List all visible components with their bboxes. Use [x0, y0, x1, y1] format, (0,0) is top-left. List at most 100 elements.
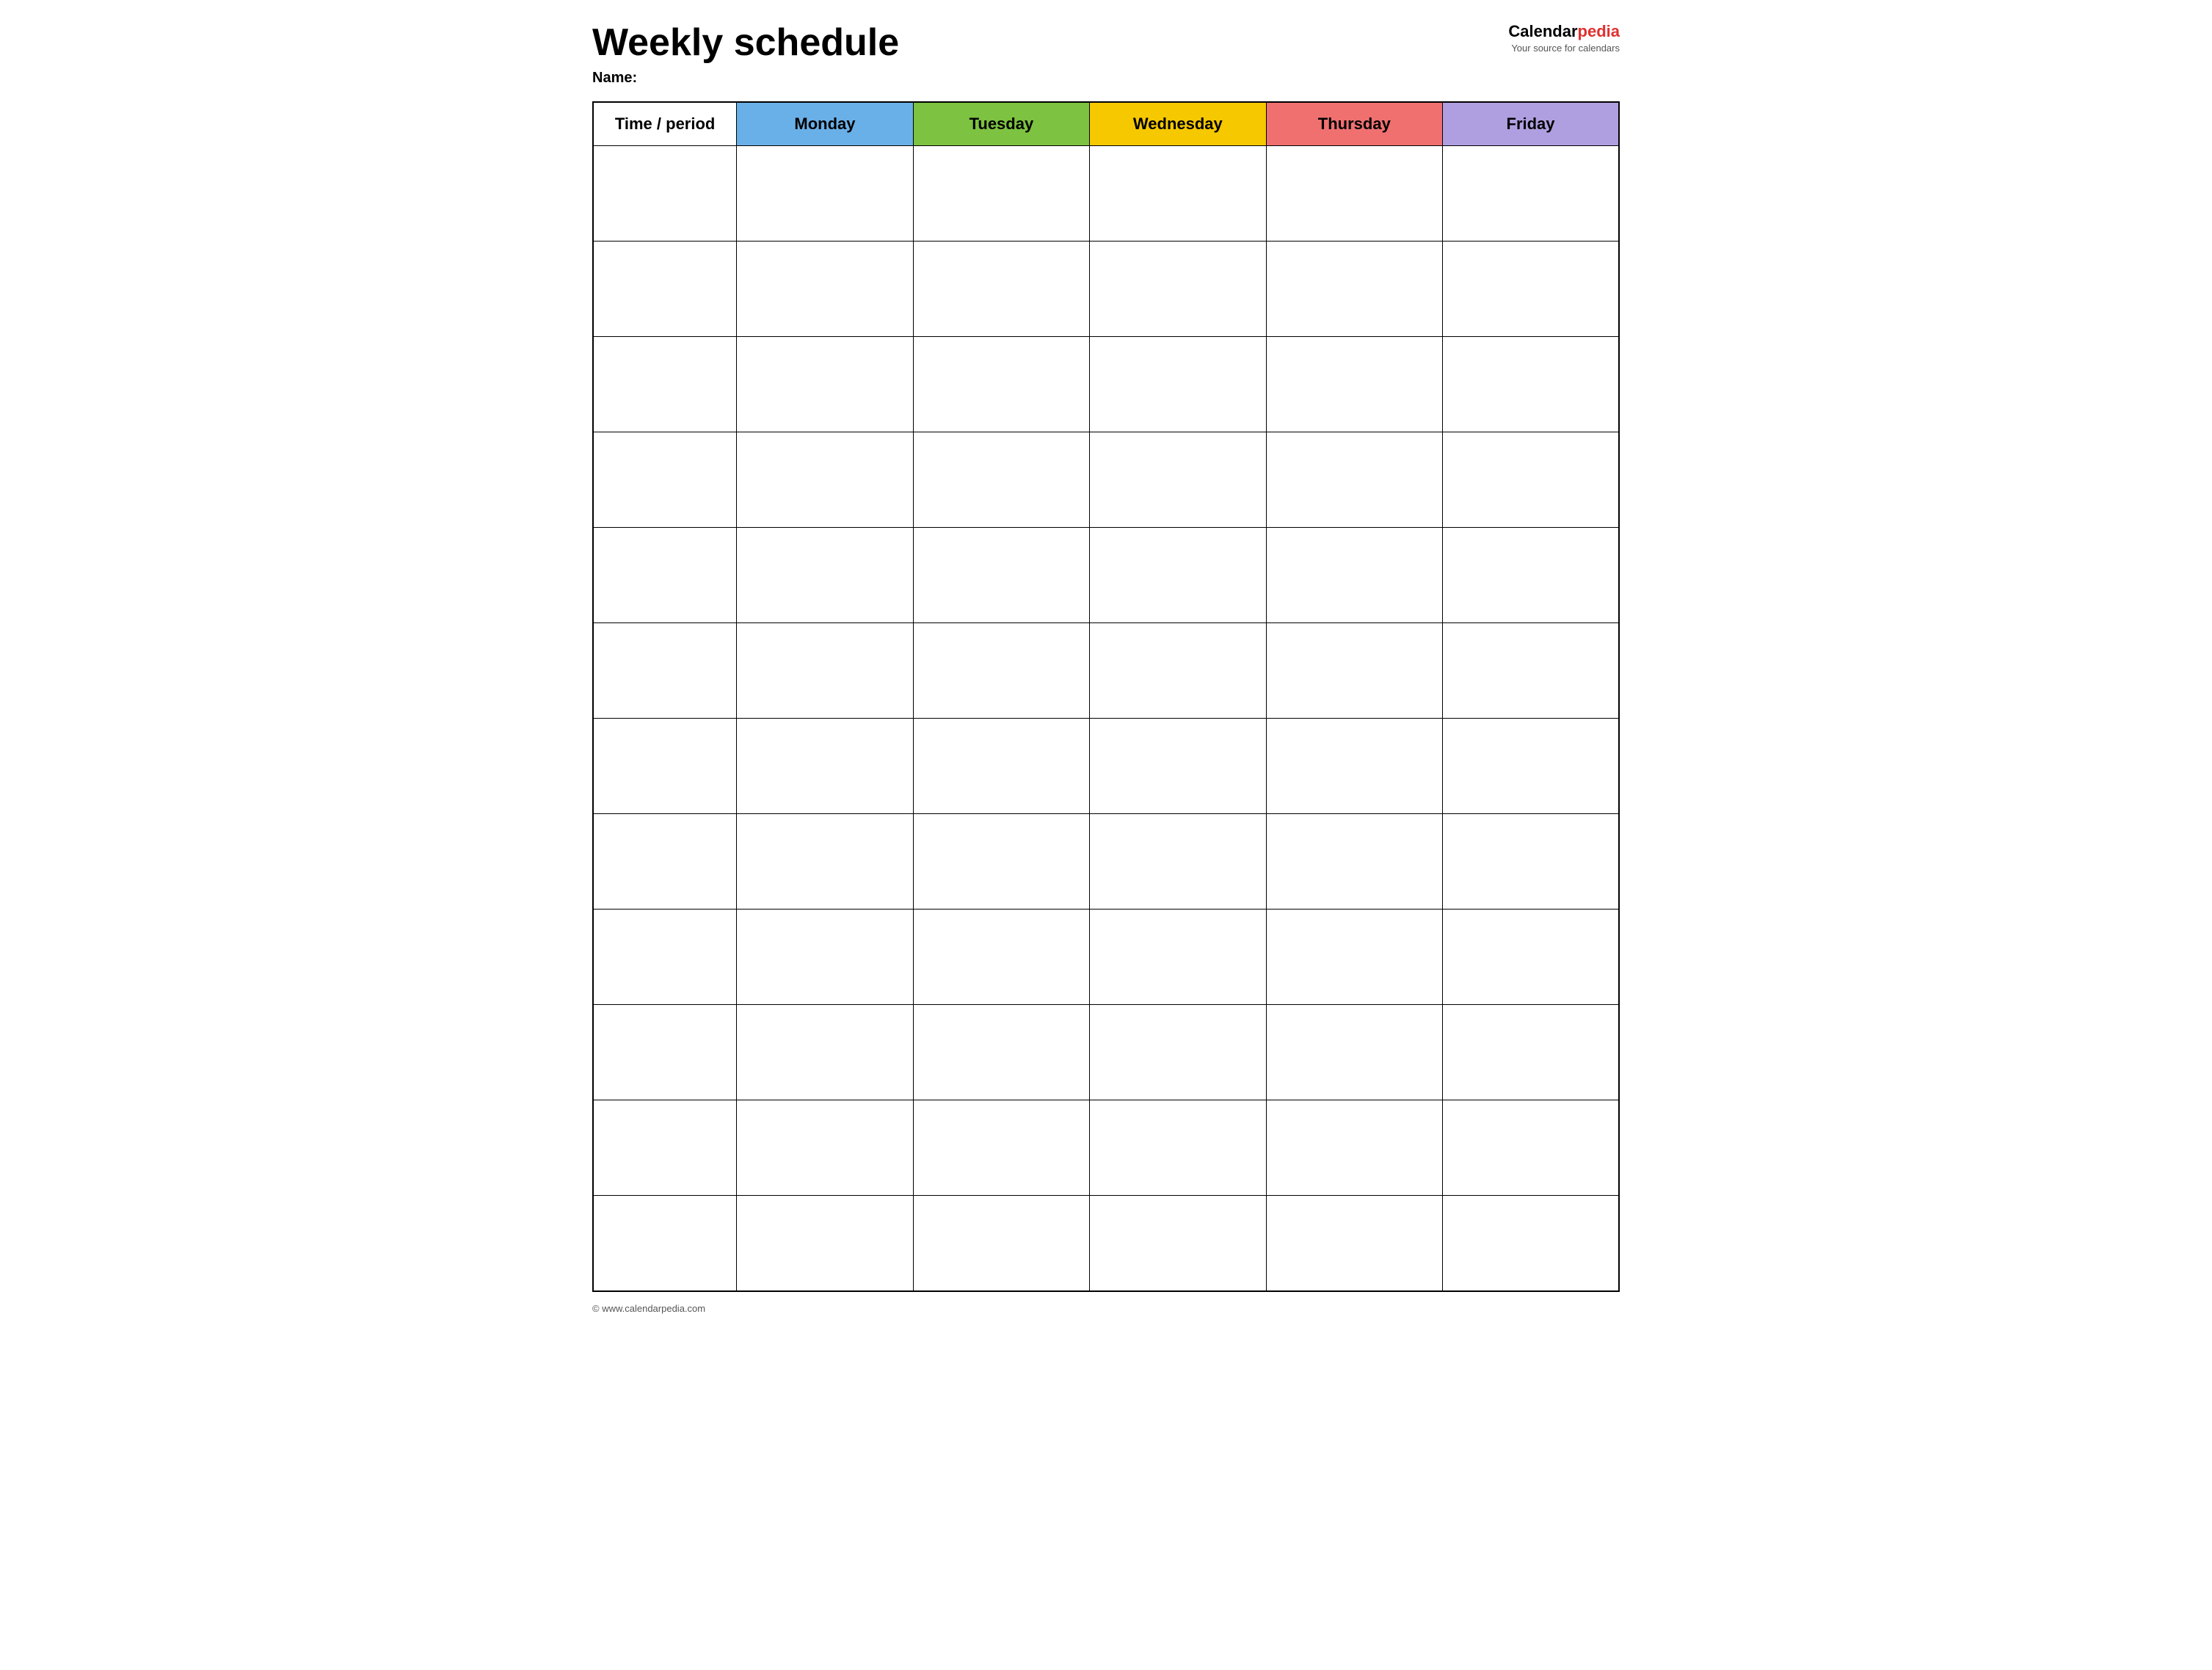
cell-row7-col5[interactable] — [1443, 719, 1619, 814]
page-container: Weekly schedule Name: Calendarpedia Your… — [592, 22, 1620, 1314]
cell-row4-col4[interactable] — [1266, 432, 1442, 528]
schedule-table: Time / period Monday Tuesday Wednesday T… — [592, 101, 1620, 1292]
cell-row11-col3[interactable] — [1090, 1100, 1266, 1196]
cell-row11-col4[interactable] — [1266, 1100, 1442, 1196]
cell-row2-col0[interactable] — [593, 242, 737, 337]
cell-row7-col2[interactable] — [913, 719, 1089, 814]
cell-row5-col0[interactable] — [593, 528, 737, 623]
cell-row8-col2[interactable] — [913, 814, 1089, 910]
col-header-thursday: Thursday — [1266, 102, 1442, 146]
cell-row8-col4[interactable] — [1266, 814, 1442, 910]
cell-row12-col1[interactable] — [737, 1196, 913, 1291]
table-row — [593, 242, 1619, 337]
table-row — [593, 146, 1619, 242]
cell-row9-col3[interactable] — [1090, 910, 1266, 1005]
cell-row10-col0[interactable] — [593, 1005, 737, 1100]
cell-row1-col2[interactable] — [913, 146, 1089, 242]
table-row — [593, 1100, 1619, 1196]
cell-row9-col2[interactable] — [913, 910, 1089, 1005]
cell-row12-col2[interactable] — [913, 1196, 1089, 1291]
cell-row2-col5[interactable] — [1443, 242, 1619, 337]
cell-row1-col0[interactable] — [593, 146, 737, 242]
cell-row6-col2[interactable] — [913, 623, 1089, 719]
cell-row12-col3[interactable] — [1090, 1196, 1266, 1291]
cell-row10-col5[interactable] — [1443, 1005, 1619, 1100]
table-row — [593, 910, 1619, 1005]
name-label: Name: — [592, 70, 899, 87]
col-header-tuesday: Tuesday — [913, 102, 1089, 146]
cell-row4-col3[interactable] — [1090, 432, 1266, 528]
cell-row9-col5[interactable] — [1443, 910, 1619, 1005]
table-row — [593, 432, 1619, 528]
logo-brand-part2: pedia — [1578, 22, 1620, 40]
cell-row3-col1[interactable] — [737, 337, 913, 432]
cell-row4-col5[interactable] — [1443, 432, 1619, 528]
cell-row12-col4[interactable] — [1266, 1196, 1442, 1291]
cell-row9-col1[interactable] — [737, 910, 913, 1005]
page-title: Weekly schedule — [592, 22, 899, 64]
cell-row3-col4[interactable] — [1266, 337, 1442, 432]
cell-row10-col1[interactable] — [737, 1005, 913, 1100]
col-header-time: Time / period — [593, 102, 737, 146]
cell-row4-col0[interactable] — [593, 432, 737, 528]
cell-row7-col4[interactable] — [1266, 719, 1442, 814]
cell-row10-col2[interactable] — [913, 1005, 1089, 1100]
table-row — [593, 719, 1619, 814]
cell-row11-col0[interactable] — [593, 1100, 737, 1196]
cell-row5-col4[interactable] — [1266, 528, 1442, 623]
cell-row3-col3[interactable] — [1090, 337, 1266, 432]
col-header-monday: Monday — [737, 102, 913, 146]
logo-brand-part1: Calendar — [1508, 22, 1577, 40]
logo-tagline: Your source for calendars — [1511, 43, 1620, 54]
cell-row5-col2[interactable] — [913, 528, 1089, 623]
cell-row5-col3[interactable] — [1090, 528, 1266, 623]
table-row — [593, 337, 1619, 432]
cell-row6-col4[interactable] — [1266, 623, 1442, 719]
cell-row7-col1[interactable] — [737, 719, 913, 814]
cell-row7-col3[interactable] — [1090, 719, 1266, 814]
cell-row9-col0[interactable] — [593, 910, 737, 1005]
cell-row10-col3[interactable] — [1090, 1005, 1266, 1100]
cell-row6-col1[interactable] — [737, 623, 913, 719]
cell-row1-col5[interactable] — [1443, 146, 1619, 242]
cell-row11-col2[interactable] — [913, 1100, 1089, 1196]
cell-row6-col0[interactable] — [593, 623, 737, 719]
col-header-friday: Friday — [1443, 102, 1619, 146]
cell-row2-col1[interactable] — [737, 242, 913, 337]
cell-row11-col5[interactable] — [1443, 1100, 1619, 1196]
col-header-wednesday: Wednesday — [1090, 102, 1266, 146]
cell-row1-col1[interactable] — [737, 146, 913, 242]
cell-row3-col2[interactable] — [913, 337, 1089, 432]
cell-row6-col3[interactable] — [1090, 623, 1266, 719]
cell-row2-col3[interactable] — [1090, 242, 1266, 337]
cell-row1-col3[interactable] — [1090, 146, 1266, 242]
schedule-body — [593, 146, 1619, 1291]
cell-row10-col4[interactable] — [1266, 1005, 1442, 1100]
cell-row2-col4[interactable] — [1266, 242, 1442, 337]
logo-section: Calendarpedia Your source for calendars — [1508, 22, 1620, 54]
cell-row9-col4[interactable] — [1266, 910, 1442, 1005]
cell-row8-col1[interactable] — [737, 814, 913, 910]
cell-row12-col5[interactable] — [1443, 1196, 1619, 1291]
cell-row12-col0[interactable] — [593, 1196, 737, 1291]
cell-row5-col1[interactable] — [737, 528, 913, 623]
header-area: Weekly schedule Name: Calendarpedia Your… — [592, 22, 1620, 87]
cell-row6-col5[interactable] — [1443, 623, 1619, 719]
cell-row4-col2[interactable] — [913, 432, 1089, 528]
logo-text: Calendarpedia — [1508, 22, 1620, 41]
table-row — [593, 814, 1619, 910]
cell-row8-col3[interactable] — [1090, 814, 1266, 910]
cell-row3-col5[interactable] — [1443, 337, 1619, 432]
cell-row3-col0[interactable] — [593, 337, 737, 432]
cell-row2-col2[interactable] — [913, 242, 1089, 337]
cell-row1-col4[interactable] — [1266, 146, 1442, 242]
table-header-row: Time / period Monday Tuesday Wednesday T… — [593, 102, 1619, 146]
table-row — [593, 1196, 1619, 1291]
cell-row8-col5[interactable] — [1443, 814, 1619, 910]
cell-row5-col5[interactable] — [1443, 528, 1619, 623]
cell-row4-col1[interactable] — [737, 432, 913, 528]
cell-row8-col0[interactable] — [593, 814, 737, 910]
table-row — [593, 528, 1619, 623]
cell-row11-col1[interactable] — [737, 1100, 913, 1196]
cell-row7-col0[interactable] — [593, 719, 737, 814]
